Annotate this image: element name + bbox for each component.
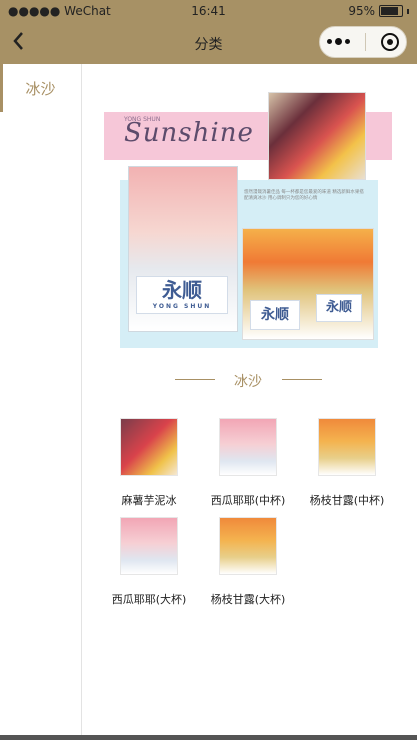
product-name: 杨枝甘露(中杯)	[309, 494, 385, 507]
battery-status: 95%	[348, 4, 409, 18]
bottom-edge	[0, 735, 417, 740]
product-item[interactable]: 西瓜耶耶(大杯)	[104, 517, 194, 607]
banner-brand: Sunshine	[124, 118, 254, 148]
sidebar-item-bingsha[interactable]: 冰沙	[0, 64, 81, 114]
product-image[interactable]	[318, 418, 376, 476]
battery-percent: 95%	[348, 4, 375, 18]
sidebar-item-label: 冰沙	[25, 80, 56, 98]
navigation-bar: 分类	[0, 22, 417, 64]
banner-description: 悠然漫哉消暑佳品 每一杯都是您最爱的味道 精选新鲜水果搭配清爽冰沙 用心调制只为…	[244, 190, 364, 201]
status-bar: ●●●●● WeChat 16:41 95%	[0, 0, 417, 22]
category-banner[interactable]: YONG SHUN Sunshine 永顺 YONG SHUN 悠然漫哉消暑佳品…	[104, 90, 392, 350]
product-name: 麻薯芋泥冰	[121, 494, 177, 507]
product-image[interactable]	[120, 517, 178, 575]
target-circle-icon[interactable]	[380, 33, 399, 51]
product-item[interactable]: 杨枝甘露(大杯)	[203, 517, 293, 607]
section-divider-right	[282, 379, 322, 380]
battery-icon	[379, 5, 403, 17]
more-dots-icon[interactable]	[327, 38, 351, 45]
section-title: 冰沙	[234, 374, 262, 390]
product-image[interactable]	[120, 418, 178, 476]
mini-program-capsule	[319, 26, 407, 58]
banner-photo-fruit	[268, 92, 366, 180]
product-name: 西瓜耶耶(大杯)	[111, 593, 187, 606]
product-item[interactable]: 麻薯芋泥冰	[104, 418, 194, 508]
product-item[interactable]: 西瓜耶耶(中杯)	[203, 418, 293, 508]
banner-cup-label: 永顺 YONG SHUN	[136, 276, 228, 314]
capsule-divider	[364, 33, 366, 51]
category-sidebar: 冰沙	[0, 64, 82, 740]
product-name: 杨枝甘露(大杯)	[210, 593, 286, 606]
battery-tip	[407, 8, 409, 14]
product-image[interactable]	[219, 517, 277, 575]
product-image[interactable]	[219, 418, 277, 476]
banner-cup-label-text: 永顺	[162, 278, 202, 302]
banner-cup3-label: 永顺	[316, 294, 362, 322]
banner-cup2-label: 永顺	[250, 300, 300, 330]
product-name: 西瓜耶耶(中杯)	[210, 494, 286, 507]
banner-cup-label-sub: YONG SHUN	[152, 303, 212, 310]
product-item[interactable]: 杨枝甘露(中杯)	[302, 418, 392, 508]
